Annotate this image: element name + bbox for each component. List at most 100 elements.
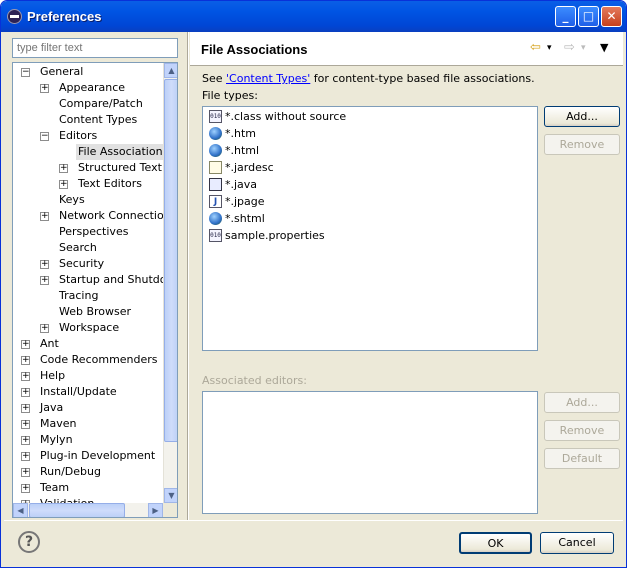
filter-input[interactable] [12, 38, 178, 58]
eclipse-icon [7, 9, 22, 24]
scroll-up-arrow-icon[interactable]: ▲ [164, 63, 177, 78]
file-type-item[interactable]: 010 sample.properties [209, 227, 529, 244]
file-type-item[interactable]: *.htm [209, 125, 529, 142]
expand-icon[interactable]: + [59, 164, 68, 173]
tree-item-label: Tracing [59, 289, 99, 302]
tree-item[interactable]: + Java [13, 400, 163, 416]
file-type-item[interactable]: *.shtml [209, 210, 529, 227]
expand-icon[interactable]: + [21, 484, 30, 493]
expand-icon[interactable]: + [21, 404, 30, 413]
expand-icon[interactable]: + [40, 212, 49, 221]
scroll-down-arrow-icon[interactable]: ▼ [164, 488, 177, 503]
collapse-icon[interactable]: − [21, 68, 30, 77]
tree-item[interactable]: Keys [13, 192, 163, 208]
tree-item[interactable]: Search [13, 240, 163, 256]
scroll-left-arrow-icon[interactable]: ◀ [13, 503, 28, 517]
expand-icon[interactable]: + [21, 468, 30, 477]
back-dropdown-icon[interactable]: ▾ [547, 40, 552, 56]
expand-icon[interactable]: + [40, 84, 49, 93]
tree-item[interactable]: + Structured Text Ed [13, 160, 163, 176]
tree-item[interactable]: + Network Connections [13, 208, 163, 224]
remove-editor-button[interactable]: Remove [544, 420, 620, 441]
tree-item[interactable]: − General [13, 64, 163, 80]
tree-vertical-scrollbar[interactable]: ▲ ▼ [163, 63, 177, 503]
ok-button[interactable]: OK [459, 532, 532, 554]
tree-item[interactable]: Tracing [13, 288, 163, 304]
expand-icon[interactable]: + [40, 324, 49, 333]
scroll-right-arrow-icon[interactable]: ▶ [148, 503, 163, 517]
expand-icon[interactable]: + [21, 436, 30, 445]
tree-item[interactable]: + Maven [13, 416, 163, 432]
tree-item[interactable]: + Install/Update [13, 384, 163, 400]
add-editor-button[interactable]: Add... [544, 392, 620, 413]
expand-icon[interactable]: + [59, 180, 68, 189]
preferences-window: Preferences _ □ ✕ − General + Appearance Com… [0, 0, 627, 568]
expand-icon[interactable]: + [21, 452, 30, 461]
tree-item[interactable]: + Workspace [13, 320, 163, 336]
tree-item[interactable]: + Text Editors [13, 176, 163, 192]
tree-item-label: Web Browser [59, 305, 132, 318]
expand-icon[interactable]: + [21, 388, 30, 397]
associated-editors-list[interactable] [202, 391, 538, 514]
file-type-name: *.jardesc [225, 161, 274, 174]
minimize-button[interactable]: _ [555, 6, 576, 27]
expand-icon[interactable]: + [21, 420, 30, 429]
forward-dropdown-icon: ▾ [581, 43, 586, 53]
tree-horizontal-scrollbar[interactable]: ◀ ▶ [13, 503, 163, 517]
tree-item[interactable]: + Ant [13, 336, 163, 352]
view-menu-icon[interactable]: ▼ [600, 40, 608, 56]
tree-item-label: Validation [38, 496, 96, 503]
horizontal-scroll-thumb[interactable] [29, 503, 125, 517]
cancel-button[interactable]: Cancel [540, 532, 614, 554]
default-editor-button[interactable]: Default [544, 448, 620, 469]
tree-item[interactable]: Compare/Patch [13, 96, 163, 112]
see-prefix: See [202, 72, 227, 85]
tree-item[interactable]: Content Types [13, 112, 163, 128]
forward-arrow-icon: ⇨ [564, 40, 575, 55]
expand-icon[interactable]: + [21, 372, 30, 381]
expand-icon[interactable]: + [21, 340, 30, 349]
file-type-item[interactable]: J *.jpage [209, 193, 529, 210]
file-type-item[interactable]: *.java [209, 176, 529, 193]
tree-item[interactable]: Web Browser [13, 304, 163, 320]
tree-item-label: Ant [40, 337, 59, 350]
collapse-icon[interactable]: − [40, 132, 49, 141]
tree-item[interactable]: + Run/Debug [13, 464, 163, 480]
add-file-type-button[interactable]: Add... [544, 106, 620, 127]
tree-item-label: Compare/Patch [59, 97, 143, 110]
tree-item[interactable]: + Code Recommenders [13, 352, 163, 368]
remove-file-type-button[interactable]: Remove [544, 134, 620, 155]
close-button[interactable]: ✕ [601, 6, 622, 27]
tree-item[interactable]: + Help [13, 368, 163, 384]
expand-icon[interactable]: + [40, 276, 49, 285]
file-types-list[interactable]: 010 *.class without source *.htm *.html *.ja… [202, 106, 538, 351]
content-types-link[interactable]: 'Content Types' [226, 72, 310, 85]
file-type-item[interactable]: *.html [209, 142, 529, 159]
expand-icon[interactable]: + [40, 260, 49, 269]
expand-icon[interactable]: + [21, 356, 30, 365]
tree-item-label: File Associations [76, 144, 163, 160]
maximize-button[interactable]: □ [578, 6, 599, 27]
file-type-item[interactable]: *.jardesc [209, 159, 529, 176]
tree-item[interactable]: + Appearance [13, 80, 163, 96]
tree-item[interactable]: File Associations [13, 144, 163, 160]
tree-item[interactable]: + Startup and Shutdown [13, 272, 163, 288]
back-arrow-icon[interactable]: ⇦ [530, 40, 541, 56]
preference-page: File Associations ⇦ ▾ ⇨ ▾ ▼ See 'Content… [190, 32, 623, 520]
tree-item[interactable]: + Security [13, 256, 163, 272]
tree-item[interactable]: Perspectives [13, 224, 163, 240]
tree-item-label: Help [40, 369, 66, 382]
vertical-scroll-thumb[interactable] [164, 79, 177, 442]
tree-item-label: Startup and Shutdown [59, 273, 163, 286]
help-icon[interactable]: ? [18, 531, 40, 553]
tree-item[interactable]: + Team [13, 480, 163, 496]
file-type-name: *.html [225, 144, 260, 157]
splitter-sash[interactable] [187, 32, 189, 520]
title-bar[interactable]: Preferences _ □ ✕ [1, 1, 626, 32]
button-bar: ? OK Cancel [4, 520, 623, 566]
tree-item[interactable]: + Plug-in Development [13, 448, 163, 464]
file-type-item[interactable]: 010 *.class without source [209, 108, 529, 125]
tree-item[interactable]: + Mylyn [13, 432, 163, 448]
tree-item[interactable]: +Validation [13, 496, 163, 503]
tree-item[interactable]: − Editors [13, 128, 163, 144]
